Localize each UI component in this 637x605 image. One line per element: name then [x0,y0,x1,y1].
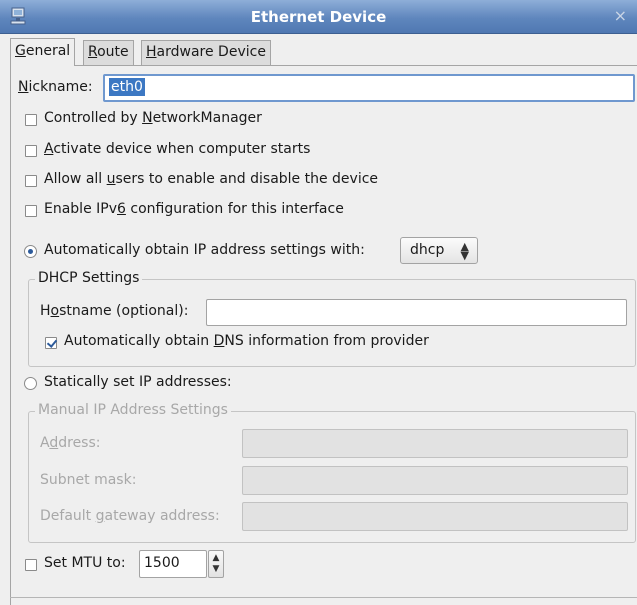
subnet-mask-label: Subnet mask: [40,472,137,488]
label-part: sers to enable and disable the device [115,171,379,187]
label-part: Controlled by [44,110,143,126]
ip-method-value: dhcp [410,242,445,258]
gateway-label: Default gateway address: [40,508,220,524]
label-part: NS information from provider [224,333,429,349]
allow-users-label[interactable]: Allow all users to enable and disable th… [44,171,378,187]
tab-label: oute [97,44,129,60]
hostname-input[interactable] [206,299,627,326]
mtu-stepper[interactable]: ▲ ▼ [208,550,224,578]
label-part: ateway address: [104,508,220,524]
ipv6-checkbox[interactable] [25,205,37,217]
nickname-label-text: ickname: [28,79,93,95]
label-mnemonic: o [50,303,60,319]
auto-dns-checkbox[interactable] [45,337,57,349]
label-part: Enable IPv [44,201,117,217]
label-part: configuration for this interface [125,201,344,217]
title-bar[interactable]: Ethernet Device × [0,0,637,34]
label-mnemonic: d [49,435,59,451]
nickname-mnemonic: N [18,79,29,95]
nickname-label: Nickname: [18,79,93,95]
tab-general[interactable]: General [10,38,76,66]
gateway-input[interactable] [242,502,628,531]
label-part: etworkManager [152,110,262,126]
activate-on-boot-checkbox[interactable] [25,145,37,157]
static-ip-label[interactable]: Statically set IP addresses: [44,374,232,390]
tab-hardware-device[interactable]: Hardware Device [141,40,271,65]
auto-ip-label[interactable]: Automatically obtain IP address settings… [44,242,365,258]
close-icon[interactable]: × [614,6,627,25]
mtu-input[interactable]: 1500 [139,550,207,578]
subnet-mask-input[interactable] [242,466,628,495]
label-part: ctivate device when computer starts [53,141,311,157]
tab-route[interactable]: Route [83,40,134,65]
dhcp-settings-title: DHCP Settings [35,270,143,286]
tab-label: eneral [25,43,71,59]
auto-ip-radio[interactable] [24,245,37,258]
label-mnemonic: A [44,141,54,157]
combo-arrows-icon: ▲ ▼ [460,240,469,262]
activate-on-boot-label[interactable]: Activate device when computer starts [44,141,310,157]
manual-ip-title: Manual IP Address Settings [35,402,231,418]
tab-mnemonic: G [15,43,26,59]
set-mtu-checkbox[interactable] [25,559,37,571]
static-ip-radio[interactable] [24,377,37,390]
label-part: Allow all [44,171,107,187]
panel-bottom-edge [10,597,637,598]
nickname-value: eth0 [109,78,145,96]
ipv6-label[interactable]: Enable IPv6 configuration for this inter… [44,201,344,217]
auto-dns-label[interactable]: Automatically obtain DNS information fro… [64,333,429,349]
label-part: Automatically obtain [64,333,214,349]
label-part: stname (optional): [59,303,189,319]
tab-label: ardware Device [156,44,266,60]
networkmanager-label[interactable]: Controlled by NetworkManager [44,110,262,126]
label-part: dress: [58,435,101,451]
ip-method-select[interactable]: dhcp ▲ ▼ [400,237,478,264]
tab-mnemonic: R [88,44,98,60]
label-mnemonic: N [142,110,153,126]
mtu-value: 1500 [144,555,180,571]
label-part: Default [40,508,96,524]
label-part: H [40,303,51,319]
label-mnemonic: g [95,508,105,524]
tab-mnemonic: H [146,44,157,60]
address-label: Address: [40,435,101,451]
nickname-input[interactable]: eth0 [103,74,635,102]
hostname-label: Hostname (optional): [40,303,188,319]
set-mtu-label[interactable]: Set MTU to: [44,555,126,571]
address-input[interactable] [242,429,628,458]
stepper-up-icon[interactable]: ▲ [213,553,220,563]
label-mnemonic: 6 [117,201,126,217]
stepper-down-icon[interactable]: ▼ [213,564,220,574]
allow-users-checkbox[interactable] [25,175,37,187]
window-title: Ethernet Device [250,8,387,26]
networkmanager-checkbox[interactable] [25,114,37,126]
label-mnemonic: u [106,171,116,187]
label-part: A [40,435,50,451]
label-mnemonic: D [213,333,225,349]
